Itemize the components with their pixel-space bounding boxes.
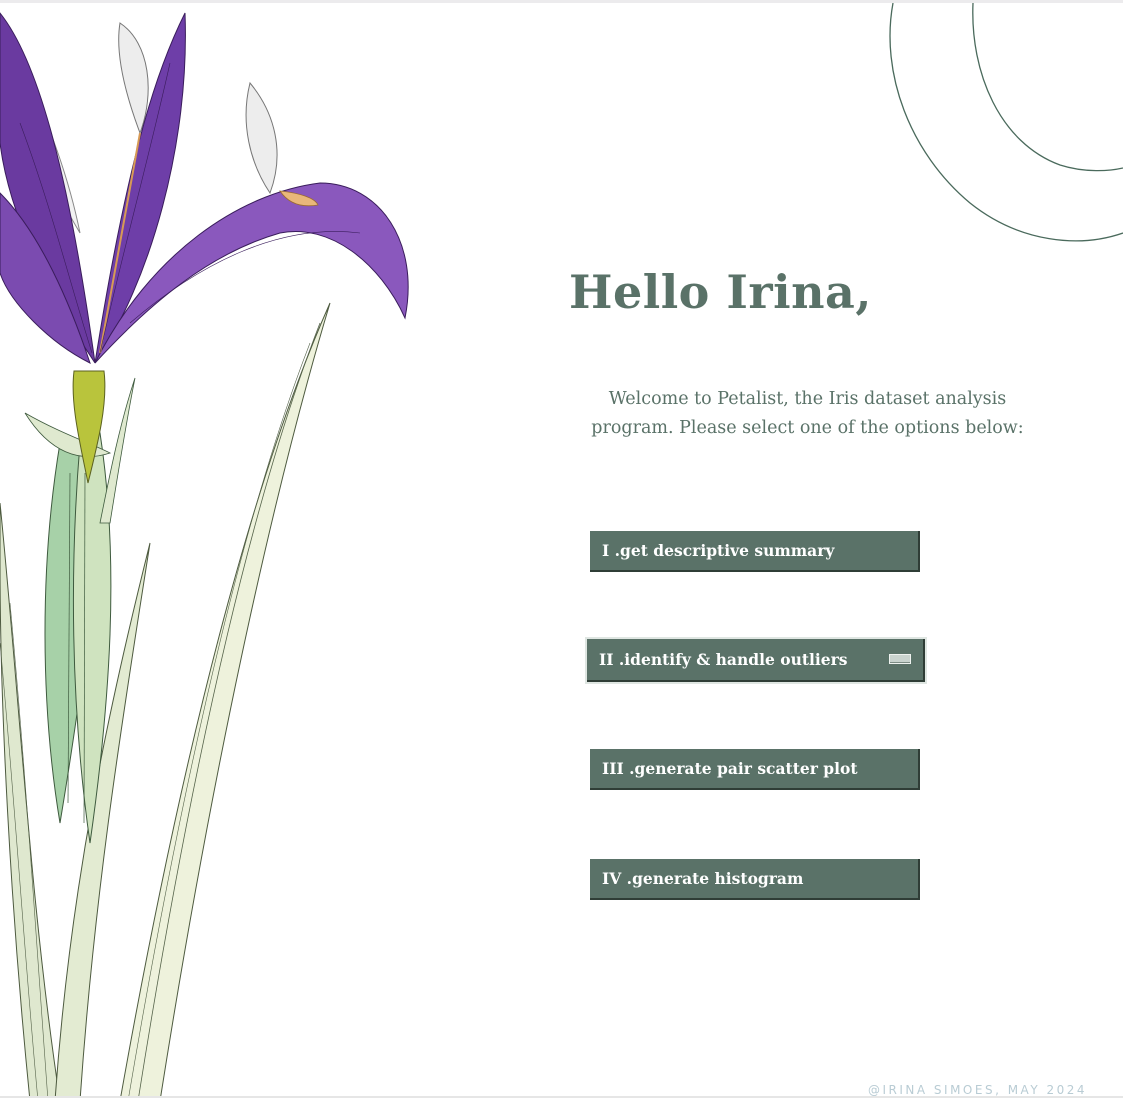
intro-text: Welcome to Petalist, the Iris dataset an… xyxy=(560,385,1055,443)
greeting-heading: Hello Irina, xyxy=(569,265,872,319)
author-credit: @IRINA SIMOES, MAY 2024 xyxy=(868,1083,1088,1097)
outliers-button-label: II .identify & handle outliers xyxy=(599,650,848,669)
outliers-button[interactable]: II .identify & handle outliers xyxy=(585,637,927,684)
pair-scatter-plot-button[interactable]: III .generate pair scatter plot xyxy=(590,749,920,790)
petalist-main-window: Hello Irina, Welcome to Petalist, the Ir… xyxy=(0,0,1123,1098)
focus-indicator-icon xyxy=(889,654,911,664)
intro-line-1: Welcome to Petalist, the Iris dataset an… xyxy=(608,389,1007,409)
histogram-button[interactable]: IV .generate histogram xyxy=(590,859,920,900)
intro-line-2: program. Please select one of the option… xyxy=(591,418,1024,438)
corner-swirl-decoration xyxy=(889,3,1123,242)
descriptive-summary-button[interactable]: I .get descriptive summary xyxy=(590,531,920,572)
iris-flower-illustration xyxy=(0,12,409,1098)
